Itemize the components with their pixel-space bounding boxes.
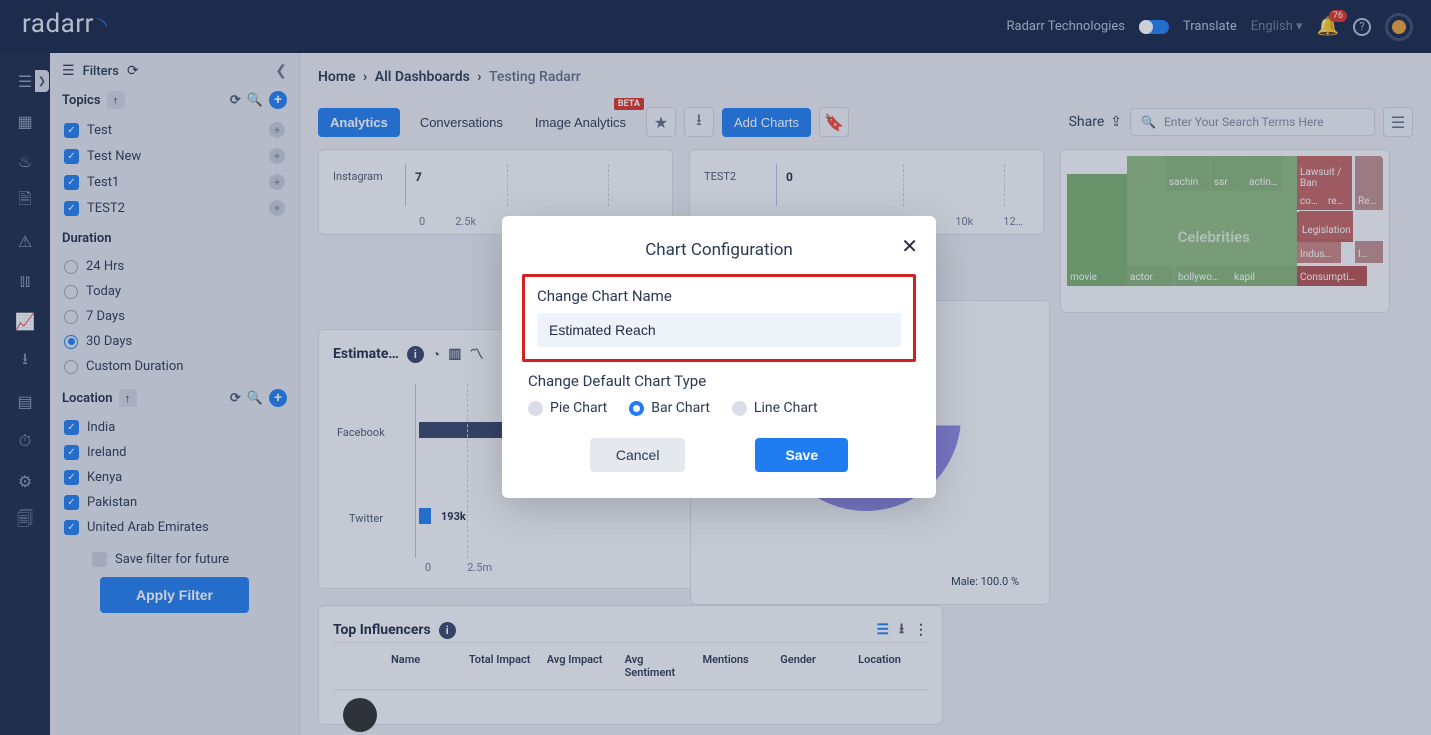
language-select[interactable]: English ▾ [1251,19,1303,34]
close-icon[interactable]: ✕ [901,234,918,258]
chart-type-pie[interactable]: Pie Chart [528,400,607,416]
chart-type-label: Change Default Chart Type [528,372,910,390]
translate-toggle[interactable] [1139,20,1169,34]
chart-config-modal: ✕ Chart Configuration Change Chart Name … [502,216,936,498]
highlighted-region: Change Chart Name [522,274,916,362]
option-label: Line Chart [754,400,818,416]
option-label: Pie Chart [550,400,607,416]
org-name: Radarr Technologies [1006,19,1125,34]
chart-name-label: Change Chart Name [537,287,901,305]
chart-type-bar[interactable]: Bar Chart [629,400,710,416]
avatar[interactable] [1385,13,1413,41]
radio-icon [629,401,644,416]
option-label: Bar Chart [651,400,710,416]
help-icon[interactable]: ? [1353,18,1371,36]
notification-badge: 76 [1329,10,1347,22]
brand-text: radarr [22,9,94,39]
chart-name-input[interactable] [537,313,901,347]
save-button[interactable]: Save [755,438,848,472]
translate-label: Translate [1183,19,1237,34]
radio-icon [732,401,747,416]
chart-type-options: Pie Chart Bar Chart Line Chart [528,400,910,416]
language-value: English [1251,19,1293,34]
bell-icon[interactable]: 🔔76 [1317,16,1339,37]
modal-title: Chart Configuration [528,240,910,260]
radio-icon [528,401,543,416]
chart-type-line[interactable]: Line Chart [732,400,818,416]
top-header: radarr⁀ Radarr Technologies Translate En… [0,0,1431,53]
cancel-button[interactable]: Cancel [590,438,686,472]
brand-logo: radarr⁀ [22,9,104,44]
